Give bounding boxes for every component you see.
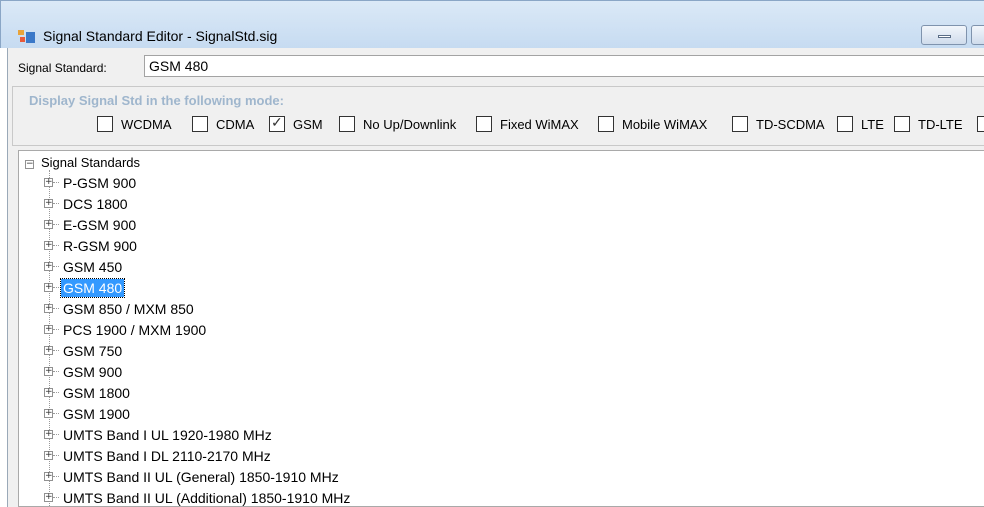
editor-client-area: Signal Standard: Display Signal Std in t… [7,48,984,507]
tree-node-label: P-GSM 900 [63,175,137,191]
tree-node[interactable]: + UMTS Band II UL (General) 1850-1910 MHz [44,467,744,488]
checkbox-box[interactable]: ✓ [269,114,285,132]
checkbox-box[interactable] [598,116,614,132]
tree-node[interactable]: + E-GSM 900 [44,215,744,236]
tree-node-label: GSM 480 [59,278,126,298]
minimize-button[interactable] [921,25,967,45]
tree-node-label: GSM 850 / MXM 850 [63,301,194,317]
expand-icon[interactable]: + [44,366,53,376]
mode-label: GSM [293,117,323,132]
expand-icon[interactable]: + [44,177,53,187]
tree-node[interactable]: + R-GSM 900 [44,236,744,257]
checkbox-box[interactable] [732,116,748,132]
expand-icon[interactable]: + [44,282,53,292]
signal-standard-input[interactable] [144,55,984,77]
tree-node[interactable]: + GSM 450 [44,257,744,278]
tree-node-label: UMTS Band II UL (General) 1850-1910 MHz [63,469,339,485]
tree-node[interactable]: + GSM 1900 [44,404,744,425]
checkbox-box[interactable] [476,116,492,132]
signal-standard-editor-window: Signal Standard Editor - SignalStd.sig S… [0,0,984,507]
tree-node-label: UMTS Band I UL 1920-1980 MHz [63,427,272,443]
tree-node[interactable]: + DCS 1800 [44,194,744,215]
checkbox-box[interactable] [339,116,355,132]
checkmark-icon: ✓ [271,114,283,130]
expand-icon[interactable]: + [44,450,53,460]
tree-node-label: UMTS Band II UL (Additional) 1850-1910 M… [63,490,351,506]
tree-root-label: Signal Standards [41,155,141,170]
tree-node[interactable]: + UMTS Band I DL 2110-2170 MHz [44,446,744,467]
mode-label: Fixed WiMAX [500,117,579,132]
tree-node-label: GSM 450 [63,259,123,275]
signal-standard-row: Signal Standard: [8,48,984,83]
mode-label: WCDMA [121,117,172,132]
display-mode-group: Display Signal Std in the following mode… [12,86,984,146]
signal-standard-label: Signal Standard: [18,61,107,75]
tree-node-label: GSM 900 [63,364,123,380]
checkbox-box[interactable] [837,116,853,132]
tree-node[interactable]: + PCS 1900 / MXM 1900 [44,320,744,341]
checkbox-box[interactable] [894,116,910,132]
expand-icon[interactable]: + [44,387,53,397]
tree-node-label: R-GSM 900 [63,238,137,254]
expand-icon[interactable]: + [44,198,53,208]
tree-node-label: GSM 1900 [63,406,130,422]
tree-node-label: UMTS Band I DL 2110-2170 MHz [63,448,271,464]
maximize-button[interactable] [971,25,984,45]
checkbox-box[interactable] [192,116,208,132]
tree-node-label: GSM 1800 [63,385,130,401]
expand-icon[interactable]: + [44,324,53,334]
expand-icon[interactable]: + [44,492,53,502]
tree-node-label: E-GSM 900 [63,217,137,233]
expand-icon[interactable]: + [44,408,53,418]
tree-node[interactable]: + GSM 750 [44,341,744,362]
tree-node-selected[interactable]: + GSM 480 [44,278,744,299]
tree-node[interactable]: + GSM 1800 [44,383,744,404]
window-title: Signal Standard Editor - SignalStd.sig [43,28,278,44]
tree-node-label: PCS 1900 / MXM 1900 [63,322,207,338]
mode-label: TD-LTE [918,117,963,132]
expand-icon[interactable]: + [44,303,53,313]
expand-icon[interactable]: + [44,219,53,229]
checkbox-box[interactable] [977,116,984,132]
signal-standards-tree[interactable]: − Signal Standards + P-GSM 900 + DCS 1800 … [18,150,984,507]
minimize-icon [938,35,951,38]
expand-icon[interactable]: + [44,471,53,481]
tree-node-label: DCS 1800 [63,196,128,212]
display-mode-legend: Display Signal Std in the following mode… [29,93,284,108]
title-bar[interactable]: Signal Standard Editor - SignalStd.sig [0,0,984,48]
expand-icon[interactable]: + [44,240,53,250]
expand-icon[interactable]: + [44,345,53,355]
app-icon [18,30,35,43]
tree-node[interactable]: + GSM 850 / MXM 850 [44,299,744,320]
tree-node[interactable]: + P-GSM 900 [44,173,744,194]
mode-label: LTE [861,117,884,132]
checkbox-box[interactable] [97,116,113,132]
mode-label: No Up/Downlink [363,117,457,132]
expand-icon[interactable]: + [44,261,53,271]
mode-label: CDMA [216,117,255,132]
tree-node-label: GSM 750 [63,343,123,359]
collapse-icon[interactable]: − [25,159,34,169]
tree-node[interactable]: + GSM 900 [44,362,744,383]
mode-label: Mobile WiMAX [622,117,708,132]
tree-node[interactable]: + UMTS Band II UL (Additional) 1850-1910 … [44,488,744,506]
tree-node[interactable]: + UMTS Band I UL 1920-1980 MHz [44,425,744,446]
expand-icon[interactable]: + [44,429,53,439]
mode-label: TD-SCDMA [756,117,825,132]
